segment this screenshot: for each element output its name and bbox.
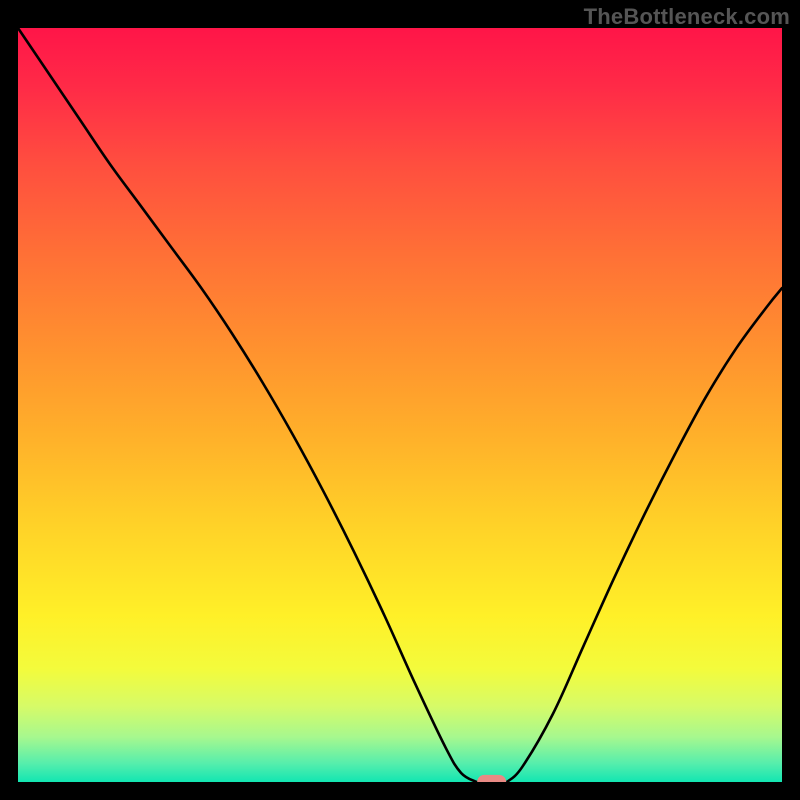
watermark-text: TheBottleneck.com: [584, 4, 790, 30]
bottleneck-chart: [18, 28, 782, 782]
chart-frame: TheBottleneck.com: [0, 0, 800, 800]
gradient-background: [18, 28, 782, 782]
optimal-marker: [477, 775, 506, 782]
optimal-marker-pill: [477, 775, 506, 782]
